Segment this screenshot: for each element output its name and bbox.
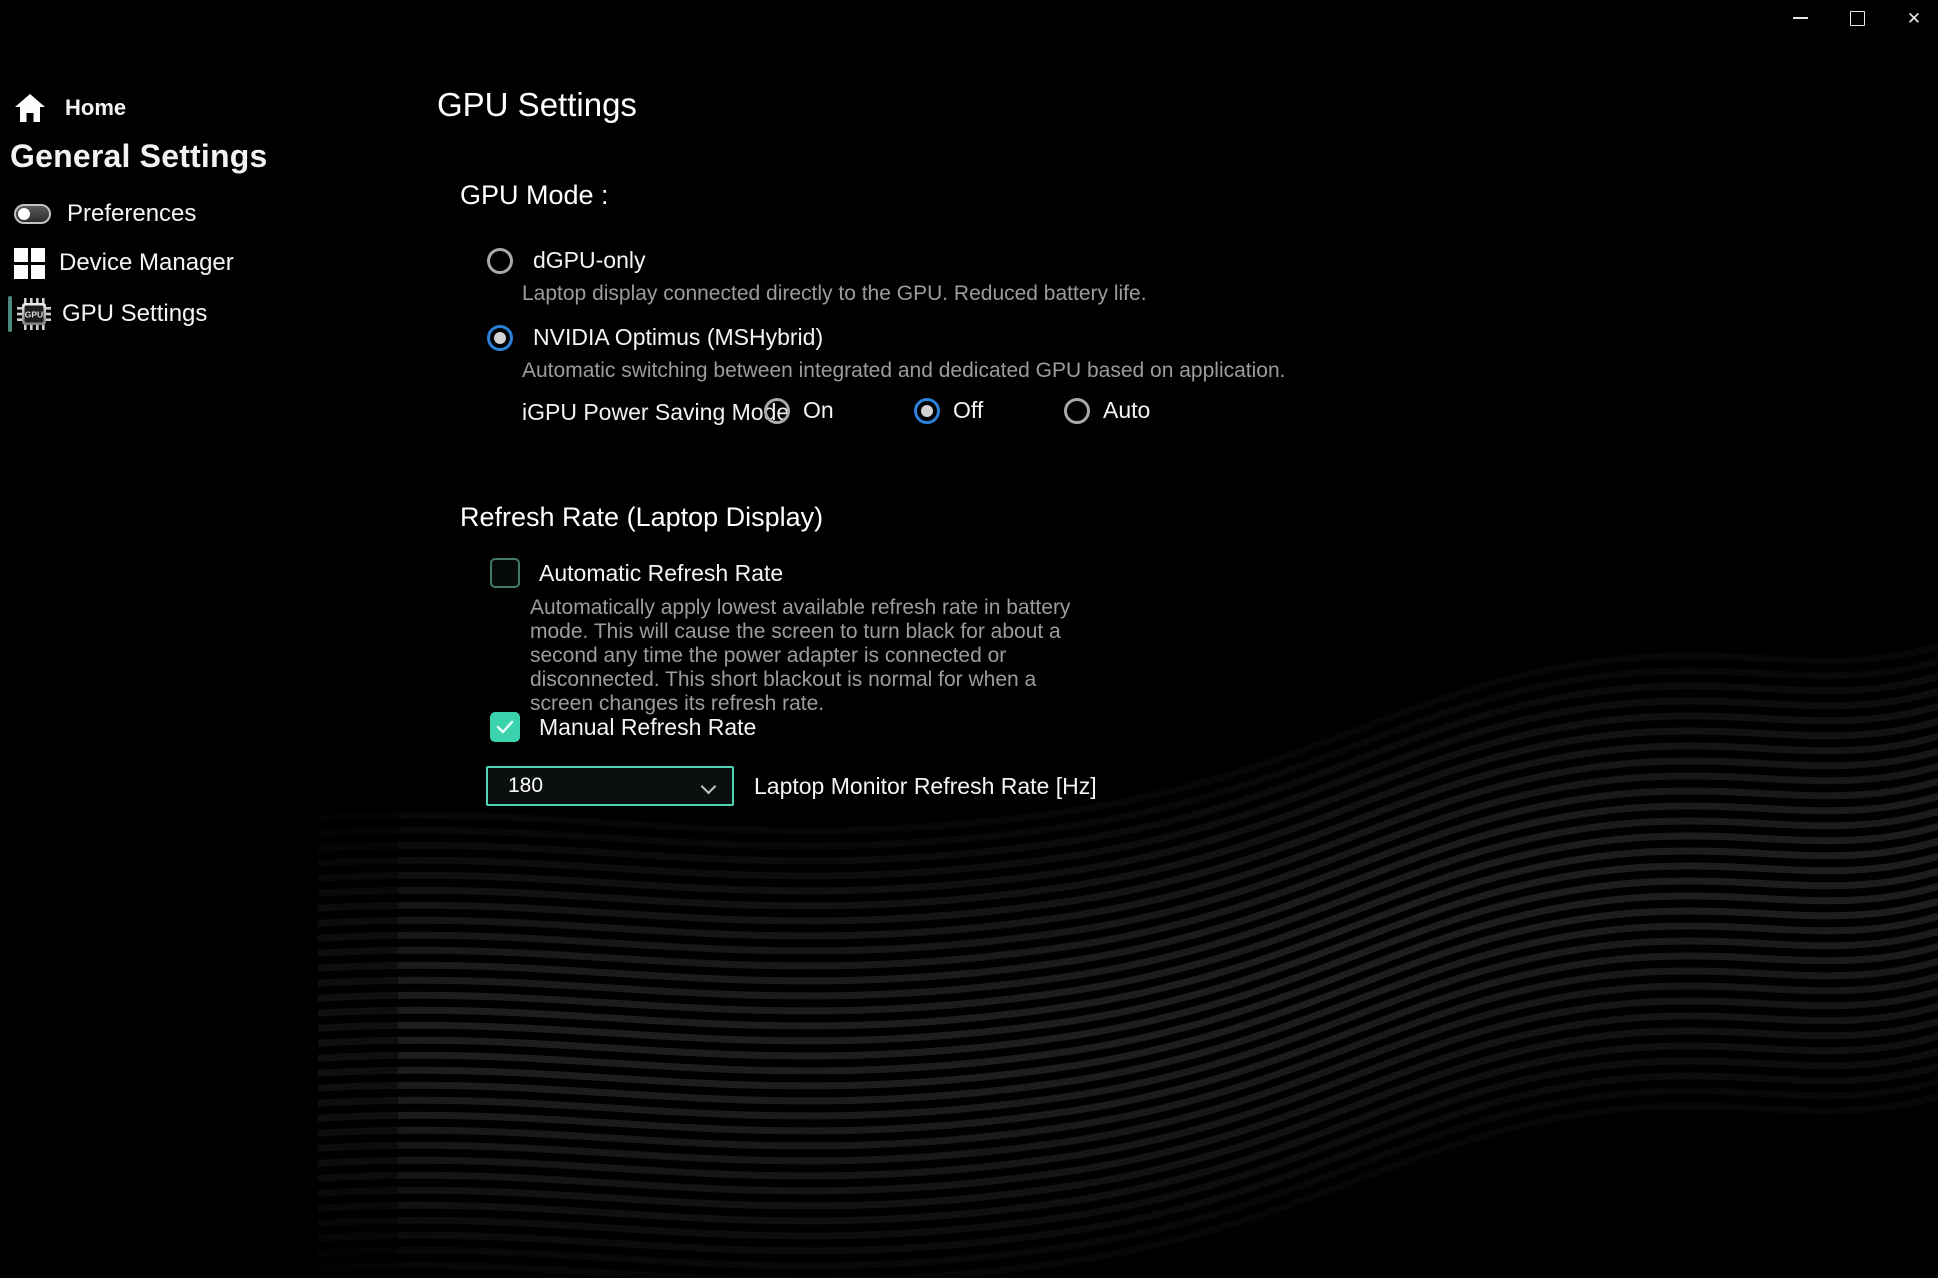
dropdown-label: Laptop Monitor Refresh Rate [Hz] [754, 773, 1097, 800]
radio-nvidia-optimus[interactable] [487, 325, 513, 351]
radio-label: On [803, 397, 834, 424]
gpu-mode-option-dgpu: dGPU-only [487, 247, 645, 274]
main-content: GPU Settings GPU Mode : dGPU-only Laptop… [0, 0, 1938, 1278]
dropdown-value: 180 [488, 774, 543, 798]
checkbox-automatic-refresh-rate[interactable] [490, 558, 520, 588]
radio-igpu-off[interactable] [914, 398, 940, 424]
radio-label: dGPU-only [533, 247, 645, 274]
radio-igpu-on[interactable] [764, 398, 790, 424]
igpu-option-auto: Auto [1064, 397, 1150, 424]
refresh-rate-dropdown-row: 180 Laptop Monitor Refresh Rate [Hz] [486, 766, 1097, 806]
radio-label: Auto [1103, 397, 1150, 424]
igpu-power-saving-label: iGPU Power Saving Mode [522, 399, 789, 426]
optimus-description: Automatic switching between integrated a… [522, 359, 1286, 383]
checkbox-manual-refresh-rate[interactable] [490, 712, 520, 742]
refresh-rate-dropdown[interactable]: 180 [486, 766, 734, 806]
radio-label: Off [953, 397, 983, 424]
check-icon [496, 720, 514, 734]
gpu-mode-option-optimus: NVIDIA Optimus (MSHybrid) [487, 324, 823, 351]
radio-dgpu-only[interactable] [487, 248, 513, 274]
chevron-down-icon [701, 779, 717, 795]
dgpu-description: Laptop display connected directly to the… [522, 282, 1147, 306]
checkbox-label: Automatic Refresh Rate [539, 560, 783, 587]
gpu-mode-heading: GPU Mode : [460, 180, 609, 211]
automatic-refresh-rate-row: Automatic Refresh Rate [490, 558, 783, 588]
checkbox-label: Manual Refresh Rate [539, 714, 756, 741]
radio-label: NVIDIA Optimus (MSHybrid) [533, 324, 823, 351]
app-window: ✕ Home General Settings Preferences Devi… [0, 0, 1938, 1278]
igpu-option-off: Off [914, 397, 983, 424]
igpu-option-on: On [764, 397, 834, 424]
refresh-rate-heading: Refresh Rate (Laptop Display) [460, 502, 823, 533]
page-title: GPU Settings [437, 86, 637, 124]
radio-igpu-auto[interactable] [1064, 398, 1090, 424]
automatic-refresh-rate-description: Automatically apply lowest available ref… [530, 596, 1105, 716]
igpu-power-saving-row: iGPU Power Saving Mode On Off Auto [522, 397, 1322, 425]
manual-refresh-rate-row: Manual Refresh Rate [490, 712, 756, 742]
